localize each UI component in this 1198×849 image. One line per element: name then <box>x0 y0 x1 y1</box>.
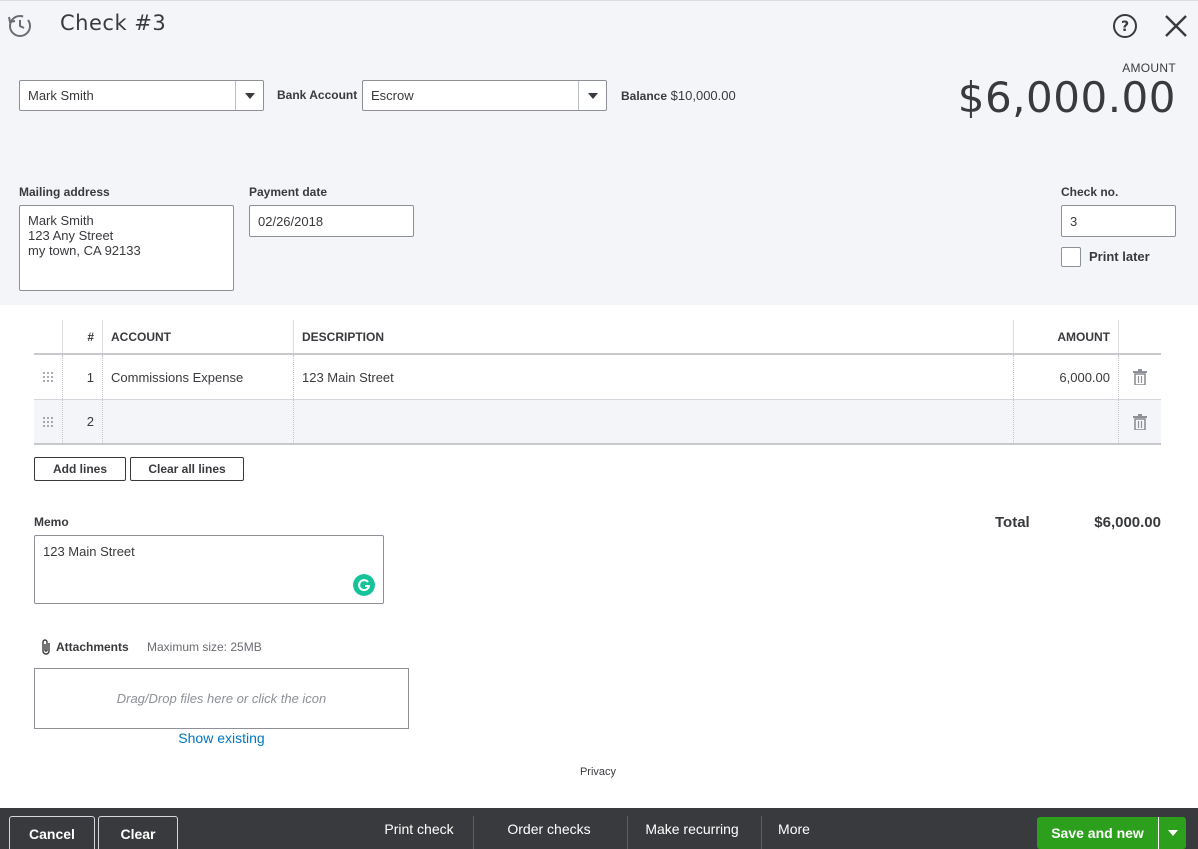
delete-row-button[interactable] <box>1118 400 1161 443</box>
row-amount[interactable] <box>1013 400 1118 443</box>
total-value: $6,000.00 <box>1094 514 1161 531</box>
privacy-link[interactable]: Privacy <box>560 766 636 778</box>
total-label: Total <box>995 514 1030 531</box>
memo-field[interactable]: 123 Main Street <box>34 535 384 604</box>
row-num: 2 <box>62 400 102 443</box>
row-num: 1 <box>62 355 102 399</box>
mailing-address-label: Mailing address <box>19 185 110 199</box>
add-lines-button[interactable]: Add lines <box>34 457 126 481</box>
header-num: # <box>62 320 102 353</box>
attachments-max-size: Maximum size: 25MB <box>147 640 262 654</box>
payee-dropdown-arrow[interactable] <box>235 81 263 110</box>
row-description[interactable] <box>293 400 1013 443</box>
balance: Balance $10,000.00 <box>621 88 736 103</box>
table-row[interactable]: 1 Commissions Expense 123 Main Street 6,… <box>34 355 1161 400</box>
save-and-new-label[interactable]: Save and new <box>1037 817 1158 849</box>
help-icon[interactable]: ? <box>1112 13 1138 39</box>
recent-transactions-icon[interactable] <box>6 11 34 39</box>
svg-text:?: ? <box>1121 19 1129 35</box>
chevron-down-icon <box>244 92 255 99</box>
trash-icon <box>1133 413 1147 430</box>
cancel-button[interactable]: Cancel <box>9 816 95 849</box>
order-checks-button[interactable]: Order checks <box>490 808 608 849</box>
footer-divider <box>761 816 762 849</box>
balance-label: Balance <box>621 89 668 103</box>
bank-account-label: Bank Account <box>277 88 358 102</box>
chevron-down-icon <box>1167 830 1178 836</box>
footer-divider <box>473 816 474 849</box>
address-line: my town, CA 92133 <box>28 243 141 258</box>
close-icon[interactable] <box>1162 12 1190 40</box>
make-recurring-button[interactable]: Make recurring <box>636 808 748 849</box>
check-no-input[interactable]: 3 <box>1061 205 1176 237</box>
delete-row-button[interactable] <box>1118 355 1161 399</box>
payment-date-input[interactable]: 02/26/2018 <box>249 205 414 237</box>
row-description[interactable]: 123 Main Street <box>293 355 1013 399</box>
table-header: # ACCOUNT DESCRIPTION AMOUNT <box>34 320 1161 355</box>
header-description: DESCRIPTION <box>293 320 1013 353</box>
mailing-address-field[interactable]: Mark Smith 123 Any Street my town, CA 92… <box>19 205 234 291</box>
bank-account-select[interactable]: Escrow <box>362 80 607 111</box>
bank-account-dropdown-arrow[interactable] <box>578 81 606 110</box>
page-title: Check #3 <box>60 11 167 35</box>
drag-handle[interactable] <box>34 355 62 399</box>
attachments-label: Attachments <box>56 640 129 654</box>
paperclip-icon[interactable] <box>40 638 52 656</box>
address-line: 123 Any Street <box>28 228 114 243</box>
payment-date-label: Payment date <box>249 185 328 199</box>
payee-value: Mark Smith <box>28 88 94 103</box>
header-amount: AMOUNT <box>1013 320 1118 353</box>
row-account[interactable]: Commissions Expense <box>102 355 293 399</box>
address-line: Mark Smith <box>28 213 94 228</box>
payee-select[interactable]: Mark Smith <box>19 80 264 111</box>
print-check-button[interactable]: Print check <box>372 808 466 849</box>
amount-value: $6,000.00 <box>957 73 1176 122</box>
footer-divider <box>627 816 628 849</box>
grammarly-icon[interactable] <box>353 574 375 596</box>
header-account: ACCOUNT <box>102 320 293 353</box>
row-account[interactable] <box>102 400 293 443</box>
row-amount[interactable]: 6,000.00 <box>1013 355 1118 399</box>
check-no-label: Check no. <box>1061 185 1119 199</box>
drag-handle-icon <box>43 416 53 427</box>
trash-icon <box>1133 369 1147 385</box>
clear-button[interactable]: Clear <box>98 816 178 849</box>
attachments-dropzone[interactable]: Drag/Drop files here or click the icon <box>34 668 409 729</box>
bank-account-value: Escrow <box>371 88 414 103</box>
drag-handle[interactable] <box>34 400 62 443</box>
print-later-checkbox[interactable] <box>1061 247 1081 267</box>
print-later-label[interactable]: Print later <box>1089 249 1150 264</box>
account-lines-table: # ACCOUNT DESCRIPTION AMOUNT 1 Commissio… <box>34 320 1161 445</box>
clear-all-lines-button[interactable]: Clear all lines <box>130 457 244 481</box>
more-button[interactable]: More <box>770 808 818 849</box>
form-header: Check #3 ? Mark Smith Bank Account Escro… <box>0 0 1198 305</box>
drag-handle-icon <box>43 372 53 382</box>
show-existing-link[interactable]: Show existing <box>34 730 409 746</box>
table-row[interactable]: 2 <box>34 400 1161 445</box>
balance-value: $10,000.00 <box>670 88 736 103</box>
save-options-dropdown[interactable] <box>1158 817 1186 849</box>
chevron-down-icon <box>587 92 598 99</box>
footer-bar: Cancel Clear Print check Order checks Ma… <box>0 808 1198 849</box>
save-and-new-button[interactable]: Save and new <box>1037 817 1186 849</box>
memo-label: Memo <box>34 515 69 529</box>
